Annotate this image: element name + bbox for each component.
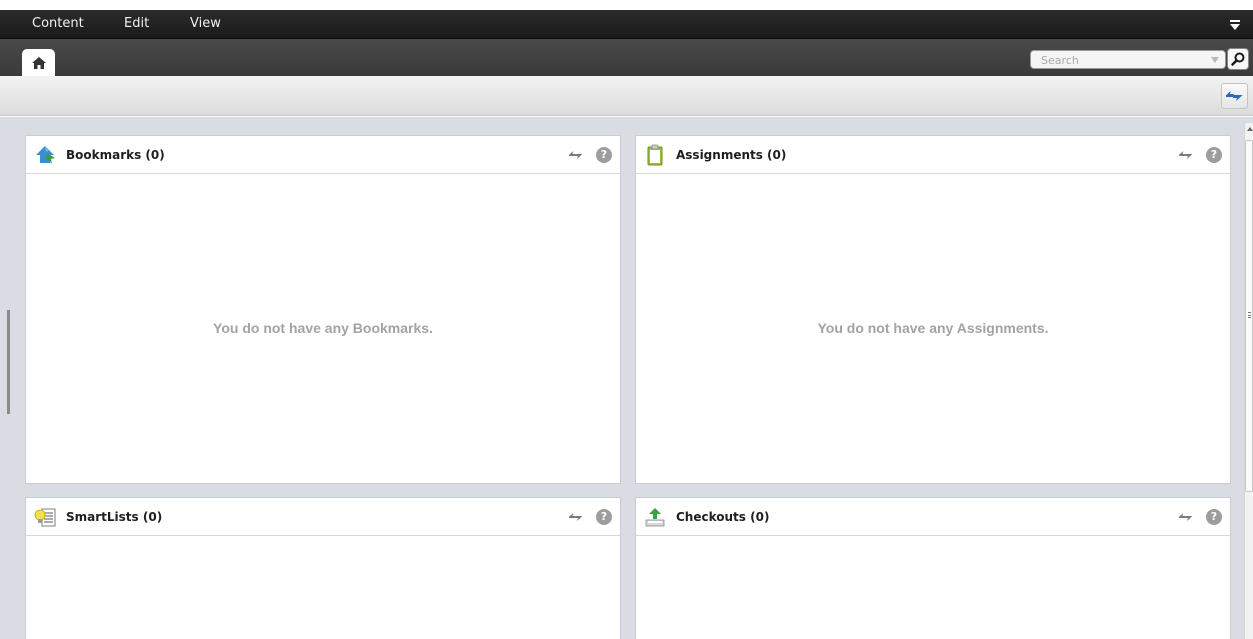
refresh-icon[interactable] xyxy=(569,510,585,524)
refresh-icon[interactable] xyxy=(569,148,585,162)
empty-message: You do not have any Bookmarks. xyxy=(213,320,433,336)
tab-home[interactable] xyxy=(22,49,55,76)
panel-header: Bookmarks (0) ? xyxy=(26,136,620,174)
search-input[interactable] xyxy=(1041,53,1201,67)
panel-header: SmartLists (0) ? xyxy=(26,498,620,536)
checkouts-panel: Checkouts (0) ? xyxy=(635,497,1231,639)
menu-bar: Content Edit View xyxy=(0,10,1253,39)
refresh-all-button[interactable] xyxy=(1221,83,1248,109)
toolbar xyxy=(0,76,1253,116)
empty-message: You do not have any Assignments. xyxy=(817,320,1049,336)
menu-view[interactable]: View xyxy=(190,16,221,31)
bookmarks-panel: Bookmarks (0) ? You do not have any Book… xyxy=(25,135,621,484)
help-icon[interactable]: ? xyxy=(1206,509,1222,525)
panel-title: Checkouts (0) xyxy=(676,510,770,524)
scrollbar-grip-icon xyxy=(1248,312,1251,318)
dropdown-arrow-icon[interactable] xyxy=(1229,19,1241,31)
checkout-icon xyxy=(645,508,665,527)
application-window: Content Edit View Search Bookmarks (0) ?… xyxy=(0,0,1253,639)
search-icon xyxy=(1231,52,1245,66)
help-icon[interactable]: ? xyxy=(596,147,612,163)
clipboard-icon xyxy=(647,144,663,166)
panel-title: Assignments (0) xyxy=(676,148,787,162)
panel-header: Assignments (0) ? xyxy=(636,136,1230,174)
smartlist-icon xyxy=(34,508,56,527)
chevron-down-icon[interactable] xyxy=(1211,57,1219,63)
bookmark-icon xyxy=(36,146,55,164)
smartlists-panel: SmartLists (0) ? xyxy=(25,497,621,639)
menu-edit[interactable]: Edit xyxy=(124,16,149,31)
refresh-icon xyxy=(1226,91,1243,101)
panel-title: Bookmarks (0) xyxy=(66,148,165,162)
help-icon[interactable]: ? xyxy=(1206,147,1222,163)
refresh-icon[interactable] xyxy=(1179,148,1195,162)
home-icon xyxy=(32,57,46,69)
search-box xyxy=(1030,50,1226,69)
search-button[interactable] xyxy=(1227,48,1249,70)
sidebar-resize-handle[interactable] xyxy=(7,310,10,414)
help-icon[interactable]: ? xyxy=(596,509,612,525)
scroll-up-icon[interactable] xyxy=(1247,127,1253,131)
menu-content[interactable]: Content xyxy=(32,16,84,31)
refresh-icon[interactable] xyxy=(1179,510,1195,524)
panel-header: Checkouts (0) ? xyxy=(636,498,1230,536)
assignments-panel: Assignments (0) ? You do not have any As… xyxy=(635,135,1231,484)
panel-title: SmartLists (0) xyxy=(66,510,163,524)
tab-bar xyxy=(0,39,1253,76)
